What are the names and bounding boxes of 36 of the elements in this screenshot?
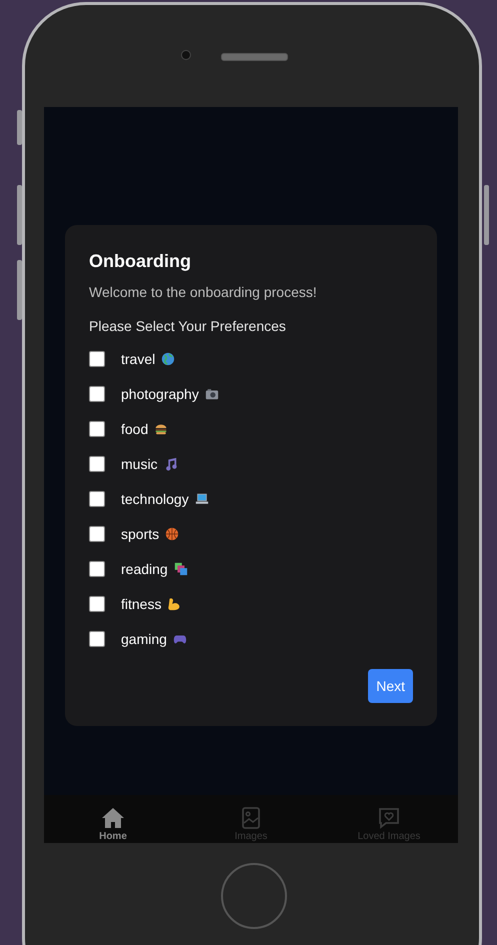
speaker-grille <box>221 53 288 61</box>
checkbox[interactable] <box>89 526 105 542</box>
preference-label: fitness <box>121 596 162 612</box>
preference-label: food <box>121 421 148 437</box>
checkbox[interactable] <box>89 456 105 472</box>
music-note-icon <box>164 457 178 471</box>
checkbox[interactable] <box>89 596 105 612</box>
books-icon <box>174 562 188 576</box>
nav-tab[interactable]: Home <box>44 795 182 843</box>
welcome-text: Welcome to the onboarding process! <box>89 284 318 300</box>
preference-label: gaming <box>121 631 167 647</box>
basketball-icon <box>165 527 180 541</box>
checkbox[interactable] <box>89 631 105 647</box>
checkbox[interactable] <box>89 386 105 402</box>
preference-label: sports <box>121 526 160 542</box>
laptop-icon <box>194 492 209 506</box>
preference-label: music <box>121 456 158 472</box>
home-icon <box>101 806 125 830</box>
next-button[interactable]: Next <box>368 668 413 702</box>
checkbox[interactable] <box>89 491 105 507</box>
flexed-arm-icon <box>167 597 182 611</box>
card-title: Onboarding <box>89 250 192 272</box>
heart-message-icon <box>377 806 401 830</box>
camera-icon <box>204 387 219 401</box>
checkbox[interactable] <box>89 421 105 437</box>
burger-icon <box>154 422 168 436</box>
preference-label: travel <box>121 351 156 367</box>
camera-icon <box>181 50 191 60</box>
checkbox[interactable] <box>89 351 105 367</box>
checkbox[interactable] <box>89 561 105 577</box>
globe-icon <box>161 352 176 366</box>
preference-label: technology <box>121 491 189 507</box>
preference-label: photography <box>121 386 199 402</box>
preference-label: reading <box>121 561 168 577</box>
image-icon <box>239 806 263 830</box>
preferences-heading: Please Select Your Preferences <box>89 318 287 334</box>
